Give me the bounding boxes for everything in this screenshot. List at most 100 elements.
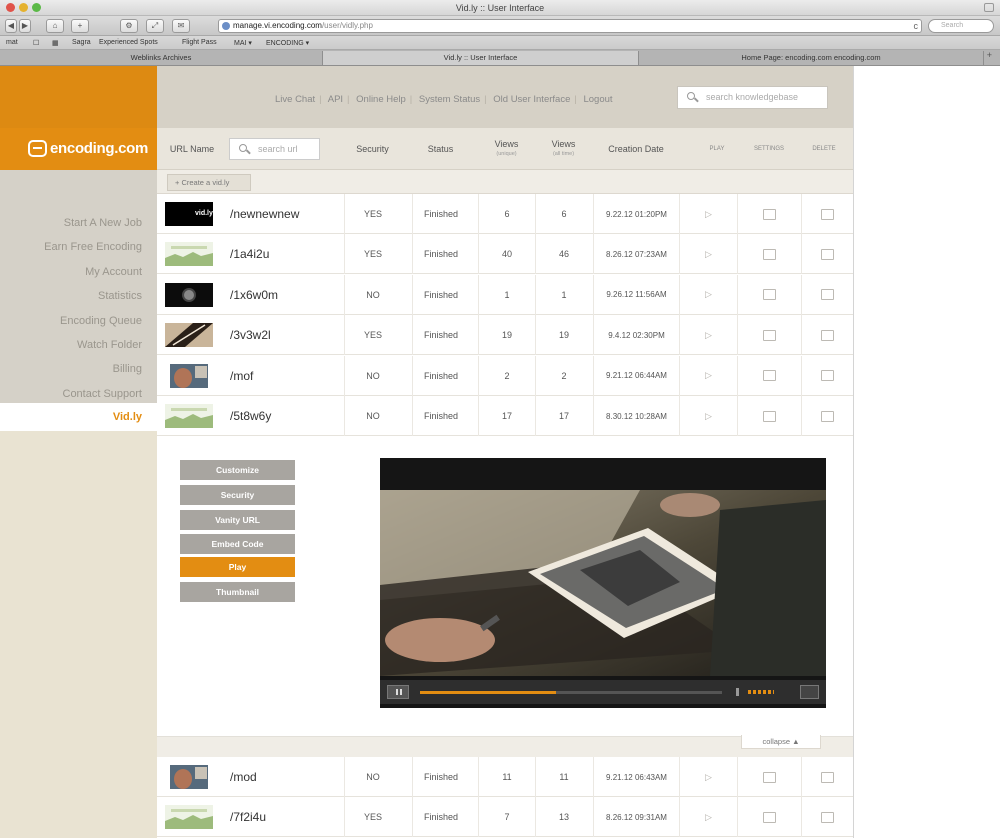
play-button[interactable]: Play	[180, 557, 295, 577]
col-creation-date[interactable]: Creation Date	[593, 128, 679, 170]
vanity-url-button[interactable]: Vanity URL	[180, 510, 295, 530]
browser-tab[interactable]: Weblinks Archives	[0, 51, 323, 65]
play-icon[interactable]: ▷	[705, 411, 712, 422]
browser-search-input[interactable]: Search	[928, 19, 994, 33]
seek-bar[interactable]	[420, 691, 722, 694]
settings-button[interactable]: ⚙	[120, 19, 138, 33]
video-frame[interactable]	[380, 490, 826, 676]
bookmark-item[interactable]: MAI ▾	[234, 39, 252, 47]
bookmark-item[interactable]: Sagra	[72, 39, 91, 46]
settings-icon[interactable]	[763, 370, 776, 382]
top-link-live-chat[interactable]: Live Chat	[275, 94, 315, 105]
bookmark-item[interactable]: Experienced Spots	[99, 39, 158, 46]
delete-icon[interactable]	[821, 370, 834, 382]
play-icon[interactable]: ▷	[705, 330, 712, 341]
play-icon[interactable]: ▷	[705, 289, 712, 300]
col-status[interactable]: Status	[412, 128, 469, 170]
share-button[interactable]: ✉	[172, 19, 190, 33]
table-row[interactable]: /1a4i2u YES Finished 40 46 8.26.12 07:23…	[157, 234, 853, 275]
play-icon[interactable]: ▷	[705, 772, 712, 783]
settings-icon[interactable]	[763, 289, 776, 301]
video-thumbnail[interactable]	[165, 363, 213, 388]
top-link-old-user-interface[interactable]: Old User Interface	[493, 94, 570, 105]
top-link-logout[interactable]: Logout	[583, 94, 612, 105]
col-url-name[interactable]: URL Name	[165, 128, 219, 170]
collapse-button[interactable]: collapse ▲	[741, 735, 821, 749]
play-icon[interactable]: ▷	[705, 209, 712, 220]
encoding-logo[interactable]: encoding.com	[0, 128, 157, 170]
create-vidly-button[interactable]: + Create a vid.ly	[167, 174, 251, 191]
bookmark-item[interactable]: ▦	[52, 39, 59, 47]
add-bookmark-button[interactable]: +	[71, 19, 89, 33]
col-security[interactable]: Security	[344, 128, 401, 170]
sidebar-item-start-new-job[interactable]: Start A New Job	[0, 211, 157, 235]
bookmark-item[interactable]: ENCODING ▾	[266, 39, 309, 47]
volume-icon[interactable]	[736, 688, 745, 696]
home-button[interactable]: ⌂	[46, 19, 64, 33]
table-row[interactable]: vid.ly /newnewnew YES Finished 6 6 9.22.…	[157, 194, 853, 234]
video-thumbnail[interactable]	[165, 323, 213, 348]
table-row[interactable]: /mod NO Finished 11 11 9.21.12 06:43AM ▷	[157, 757, 853, 797]
top-link-api[interactable]: API	[328, 94, 343, 105]
bookmark-item[interactable]: mat	[6, 39, 18, 46]
sidebar-item-my-account[interactable]: My Account	[0, 260, 157, 284]
settings-icon[interactable]	[763, 248, 776, 260]
table-row[interactable]: /5t8w6y NO Finished 17 17 8.30.12 10:28A…	[157, 396, 853, 436]
video-thumbnail[interactable]: vid.ly	[165, 202, 213, 226]
knowledgebase-search-input[interactable]: search knowledgebase	[677, 86, 828, 109]
table-row[interactable]: /7f2i4u YES Finished 7 13 8.26.12 09:31A…	[157, 797, 853, 838]
embed-code-button[interactable]: Embed Code	[180, 534, 295, 554]
forward-button[interactable]: ▶	[19, 19, 31, 33]
sidebar-item-vidly[interactable]: Vid.ly	[0, 403, 157, 431]
delete-icon[interactable]	[821, 410, 834, 422]
delete-icon[interactable]	[821, 289, 834, 301]
settings-icon[interactable]	[763, 329, 776, 341]
address-bar[interactable]: manage.vi.encoding.com/user/vidly.php c	[218, 19, 922, 33]
table-row[interactable]: /mof NO Finished 2 2 9.21.12 06:44AM ▷	[157, 355, 853, 396]
pause-icon[interactable]	[387, 685, 409, 699]
col-views-all[interactable]: Views (all time)	[535, 128, 592, 170]
sidebar-item-watch-folder[interactable]: Watch Folder	[0, 333, 157, 357]
delete-icon[interactable]	[821, 811, 834, 823]
video-thumbnail[interactable]	[165, 282, 213, 307]
fullscreen-icon[interactable]	[984, 3, 994, 12]
play-icon[interactable]: ▷	[705, 812, 712, 823]
url-name-link[interactable]: /7f2i4u	[230, 797, 266, 837]
fullscreen-icon[interactable]	[800, 685, 819, 699]
customize-button[interactable]: Customize	[180, 460, 295, 480]
url-name-link[interactable]: /newnewnew	[230, 194, 299, 234]
settings-icon[interactable]	[763, 208, 776, 220]
settings-icon[interactable]	[763, 811, 776, 823]
volume-slider[interactable]	[748, 690, 774, 694]
col-views-unique[interactable]: Views (unique)	[478, 128, 535, 170]
table-row[interactable]: /1x6w0m NO Finished 1 1 9.26.12 11:56AM …	[157, 274, 853, 315]
settings-icon[interactable]	[763, 410, 776, 422]
sidebar-item-earn-free-encoding[interactable]: Earn Free Encoding	[0, 235, 157, 259]
sidebar-item-statistics[interactable]: Statistics	[0, 284, 157, 308]
new-tab-icon[interactable]: +	[987, 50, 992, 60]
video-thumbnail[interactable]	[165, 404, 213, 428]
table-row[interactable]: /3v3w2l YES Finished 19 19 9.4.12 02:30P…	[157, 315, 853, 356]
reload-icon[interactable]: c	[914, 20, 919, 32]
top-link-online-help[interactable]: Online Help	[356, 94, 406, 105]
play-icon[interactable]: ▷	[705, 370, 712, 381]
bookmark-item[interactable]: ☐	[33, 39, 39, 47]
video-thumbnail[interactable]	[165, 242, 213, 267]
url-name-link[interactable]: /mod	[230, 757, 257, 797]
sidebar-item-billing[interactable]: Billing	[0, 357, 157, 381]
video-thumbnail[interactable]	[165, 765, 213, 789]
back-button[interactable]: ◀	[5, 19, 17, 33]
video-thumbnail[interactable]	[165, 805, 213, 830]
url-name-link[interactable]: /1a4i2u	[230, 234, 269, 274]
browser-tab-active[interactable]: Vid.ly :: User Interface	[323, 51, 639, 65]
delete-icon[interactable]	[821, 771, 834, 783]
delete-icon[interactable]	[821, 329, 834, 341]
thumbnail-button[interactable]: Thumbnail	[180, 582, 295, 602]
url-name-link[interactable]: /mof	[230, 356, 253, 396]
settings-icon[interactable]	[763, 771, 776, 783]
url-name-link[interactable]: /1x6w0m	[230, 275, 278, 315]
browser-tab[interactable]: Home Page: encoding.com encoding.com	[639, 51, 984, 65]
url-name-link[interactable]: /5t8w6y	[230, 396, 271, 436]
sidebar-item-encoding-queue[interactable]: Encoding Queue	[0, 309, 157, 333]
bookmark-item[interactable]: Flight Pass	[182, 39, 217, 46]
